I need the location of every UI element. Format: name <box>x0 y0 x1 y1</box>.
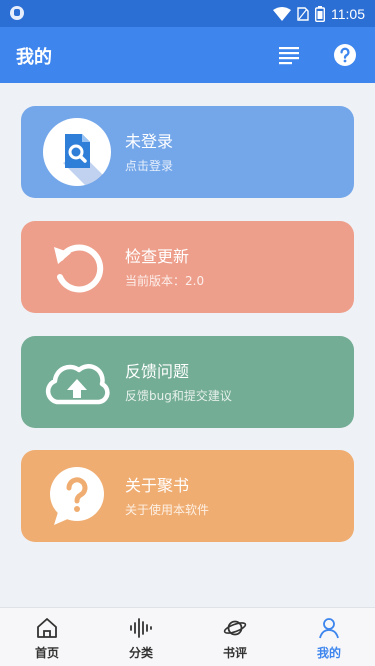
nav-item-category[interactable]: 分类 <box>94 608 188 666</box>
login-card[interactable]: 未登录 点击登录 <box>21 106 354 198</box>
user-icon <box>319 618 339 639</box>
shield-icon <box>10 6 24 20</box>
cloud-upload-icon <box>45 364 110 405</box>
update-subtitle: 当前版本：2.0 <box>125 274 205 288</box>
soundwave-icon <box>130 618 152 638</box>
app-bar: 我的 <box>0 27 375 83</box>
battery-icon <box>315 6 325 22</box>
list-menu-icon[interactable] <box>277 44 301 66</box>
nav-label-home: 首页 <box>34 646 59 660</box>
status-bar: 11:05 <box>0 0 375 27</box>
refresh-icon <box>54 244 104 293</box>
sim-icon <box>297 7 309 21</box>
feedback-card[interactable]: 反馈问题 反馈bug和提交建议 <box>21 336 354 428</box>
document-search-icon <box>43 118 111 186</box>
nav-item-home[interactable]: 首页 <box>0 608 94 666</box>
feedback-subtitle: 反馈bug和提交建议 <box>125 389 232 403</box>
nav-label-category: 分类 <box>128 646 153 660</box>
about-subtitle: 关于使用本软件 <box>125 503 210 517</box>
status-icons: 11:05 <box>273 4 365 24</box>
nav-label-mine: 我的 <box>316 646 341 660</box>
nav-item-mine[interactable]: 我的 <box>282 608 375 666</box>
status-time: 11:05 <box>331 6 365 22</box>
home-icon <box>37 618 57 638</box>
bottom-nav: 首页 分类 书评 我的 <box>0 607 375 666</box>
about-card[interactable]: 关于聚书 关于使用本软件 <box>21 450 354 542</box>
wifi-icon <box>273 7 291 21</box>
about-title: 关于聚书 <box>125 476 190 495</box>
nav-item-review[interactable]: 书评 <box>188 608 282 666</box>
help-icon[interactable] <box>333 43 357 67</box>
question-bubble-icon <box>50 467 104 525</box>
check-update-card[interactable]: 检查更新 当前版本：2.0 <box>21 221 354 313</box>
feedback-title: 反馈问题 <box>125 362 190 381</box>
nav-label-review: 书评 <box>222 646 247 660</box>
planet-icon <box>223 620 247 636</box>
login-title: 未登录 <box>125 132 174 151</box>
update-title: 检查更新 <box>125 247 190 266</box>
page-title: 我的 <box>16 47 52 68</box>
login-subtitle: 点击登录 <box>125 159 174 173</box>
